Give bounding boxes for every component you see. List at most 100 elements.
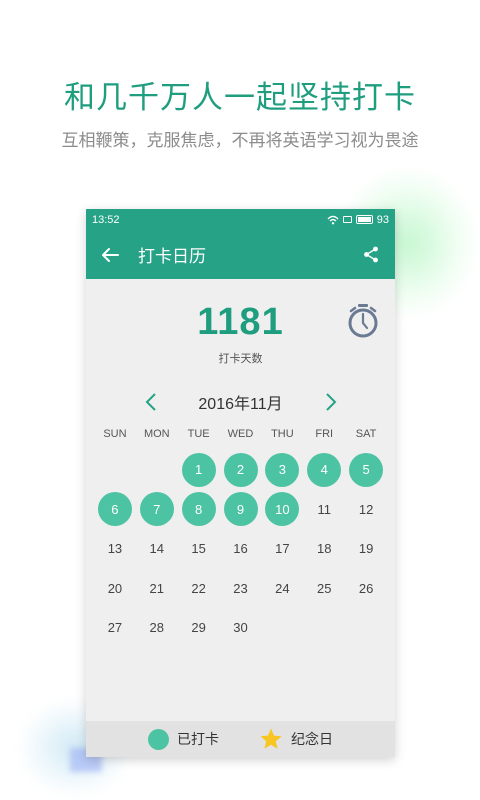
calendar-day[interactable]: 18 <box>303 532 345 566</box>
next-month-button[interactable] <box>316 387 346 417</box>
month-label: 2016年11月 <box>198 396 283 413</box>
calendar-day[interactable]: 30 <box>220 611 262 645</box>
calendar-day[interactable]: 22 <box>178 571 220 605</box>
calendar-day-number: 26 <box>358 580 374 596</box>
calendar-day-number: 27 <box>107 620 123 636</box>
calendar-day[interactable]: 23 <box>220 571 262 605</box>
screen-icon <box>342 216 352 223</box>
calendar-day-number <box>265 611 299 645</box>
calendar-day[interactable]: 9 <box>220 492 262 527</box>
calendar-day-checked: 4 <box>307 452 342 487</box>
calendar-day-number <box>140 453 174 487</box>
legend-anniversary: 纪念日 <box>259 727 333 751</box>
weekday-label: MON <box>143 428 170 440</box>
calendar-day[interactable]: 15 <box>178 532 220 566</box>
calendar-day[interactable]: 13 <box>94 532 136 566</box>
calendar-day-number: 15 <box>191 541 206 557</box>
calendar-day-checked: 8 <box>181 492 216 527</box>
calendar-day-empty <box>136 453 178 487</box>
legend: 已打卡 纪念日 <box>86 721 395 757</box>
toolbar-title: 打卡日历 <box>138 247 206 266</box>
calendar-week-row: 12345 <box>94 450 387 490</box>
previous-month-button[interactable] <box>136 387 166 417</box>
calendar-day-number: 30 <box>233 620 248 636</box>
calendar-day-number: 19 <box>358 541 374 557</box>
weekday-label: TUE <box>187 428 210 440</box>
calendar-day-number: 12 <box>358 501 374 517</box>
toolbar: 打卡日历 <box>86 230 395 279</box>
status-bar: 13:52 93 <box>86 209 395 230</box>
calendar-day-number: 11 <box>317 501 331 517</box>
weekday-header: SUN MON TUE WED THU FRI SAT <box>86 426 395 442</box>
back-button[interactable] <box>98 243 122 267</box>
weekday-label: SAT <box>355 428 377 440</box>
share-button[interactable] <box>359 243 383 267</box>
weekday-label: WED <box>227 428 254 440</box>
calendar-day[interactable]: 11 <box>303 492 345 526</box>
share-icon <box>364 246 378 263</box>
calendar-day-checked: 7 <box>139 492 174 527</box>
calendar-day-checked: 1 <box>181 452 216 487</box>
calendar-day-checked: 2 <box>223 452 258 487</box>
back-arrow-icon <box>102 247 119 262</box>
calendar-day[interactable]: 24 <box>261 571 303 605</box>
calendar-day-checked: 10 <box>265 492 300 527</box>
checkin-count-label: 打卡天数 <box>218 353 263 365</box>
chevron-right-icon <box>325 393 336 411</box>
stopwatch-icon[interactable] <box>346 303 380 339</box>
calendar-day[interactable]: 16 <box>220 532 262 566</box>
calendar-day[interactable]: 3 <box>261 452 303 487</box>
chevron-left-icon <box>145 393 156 411</box>
calendar-day-number: 28 <box>149 620 165 636</box>
calendar-day[interactable]: 12 <box>345 492 387 526</box>
calendar-day[interactable]: 10 <box>261 492 303 527</box>
calendar-day[interactable]: 20 <box>94 571 136 605</box>
checkin-stats: 1181 打卡天数 <box>86 279 395 379</box>
calendar-day-checked: 5 <box>349 452 384 487</box>
calendar-day[interactable]: 7 <box>136 492 178 527</box>
calendar-day-empty <box>345 611 387 645</box>
legend-checked-label: 已打卡 <box>177 731 219 747</box>
weekday-label: FRI <box>315 428 334 440</box>
calendar-day-checked: 3 <box>265 452 300 487</box>
calendar-day[interactable]: 26 <box>345 571 387 605</box>
calendar-day[interactable]: 25 <box>303 571 345 605</box>
calendar-day-number: 16 <box>233 541 248 557</box>
status-icons: 93 <box>327 214 389 226</box>
calendar-day[interactable]: 4 <box>303 452 345 487</box>
promo-subtitle: 互相鞭策，克服焦虑，不再将英语学习视为畏途 <box>61 131 419 150</box>
calendar-day-checked: 6 <box>97 492 132 527</box>
calendar-day[interactable]: 19 <box>345 532 387 566</box>
checked-dot-icon <box>148 728 169 750</box>
battery-icon <box>355 215 373 224</box>
calendar-day-checked: 9 <box>223 492 258 527</box>
calendar-day[interactable]: 6 <box>94 492 136 527</box>
calendar-day-number <box>307 611 341 645</box>
calendar-day-number: 13 <box>107 541 123 557</box>
calendar-day[interactable]: 21 <box>136 571 178 605</box>
calendar-day-number: 29 <box>191 620 206 636</box>
calendar-day[interactable]: 27 <box>94 611 136 645</box>
calendar-day[interactable]: 8 <box>178 492 220 527</box>
calendar-day[interactable]: 1 <box>178 452 220 487</box>
calendar-day-number <box>349 611 383 645</box>
calendar-week-row: 27 28 29 30 <box>94 608 387 648</box>
calendar-day-number: 21 <box>149 580 165 596</box>
calendar-day-number <box>98 453 132 487</box>
calendar-week-row: 20 21 22 23 24 25 26 <box>94 569 387 609</box>
calendar-day-empty <box>261 611 303 645</box>
calendar-day-number: 23 <box>233 580 248 596</box>
calendar-day[interactable]: 29 <box>178 611 220 645</box>
calendar-day[interactable]: 14 <box>136 532 178 566</box>
calendar-day[interactable]: 2 <box>220 452 262 487</box>
calendar-day[interactable]: 28 <box>136 611 178 645</box>
promo-title: 和几千万人一起坚持打卡 <box>64 80 416 115</box>
calendar-day-number: 18 <box>316 541 332 557</box>
calendar-day-number: 25 <box>316 580 332 596</box>
status-time: 13:52 <box>92 213 120 226</box>
calendar-day[interactable]: 5 <box>345 452 387 487</box>
weekday-label: THU <box>271 428 294 440</box>
phone-screen: 13:52 93 打卡日历 1181 打卡天数 2016年11月 SUN MON… <box>86 209 395 757</box>
calendar-day[interactable]: 17 <box>261 532 303 566</box>
wifi-icon <box>327 215 339 224</box>
